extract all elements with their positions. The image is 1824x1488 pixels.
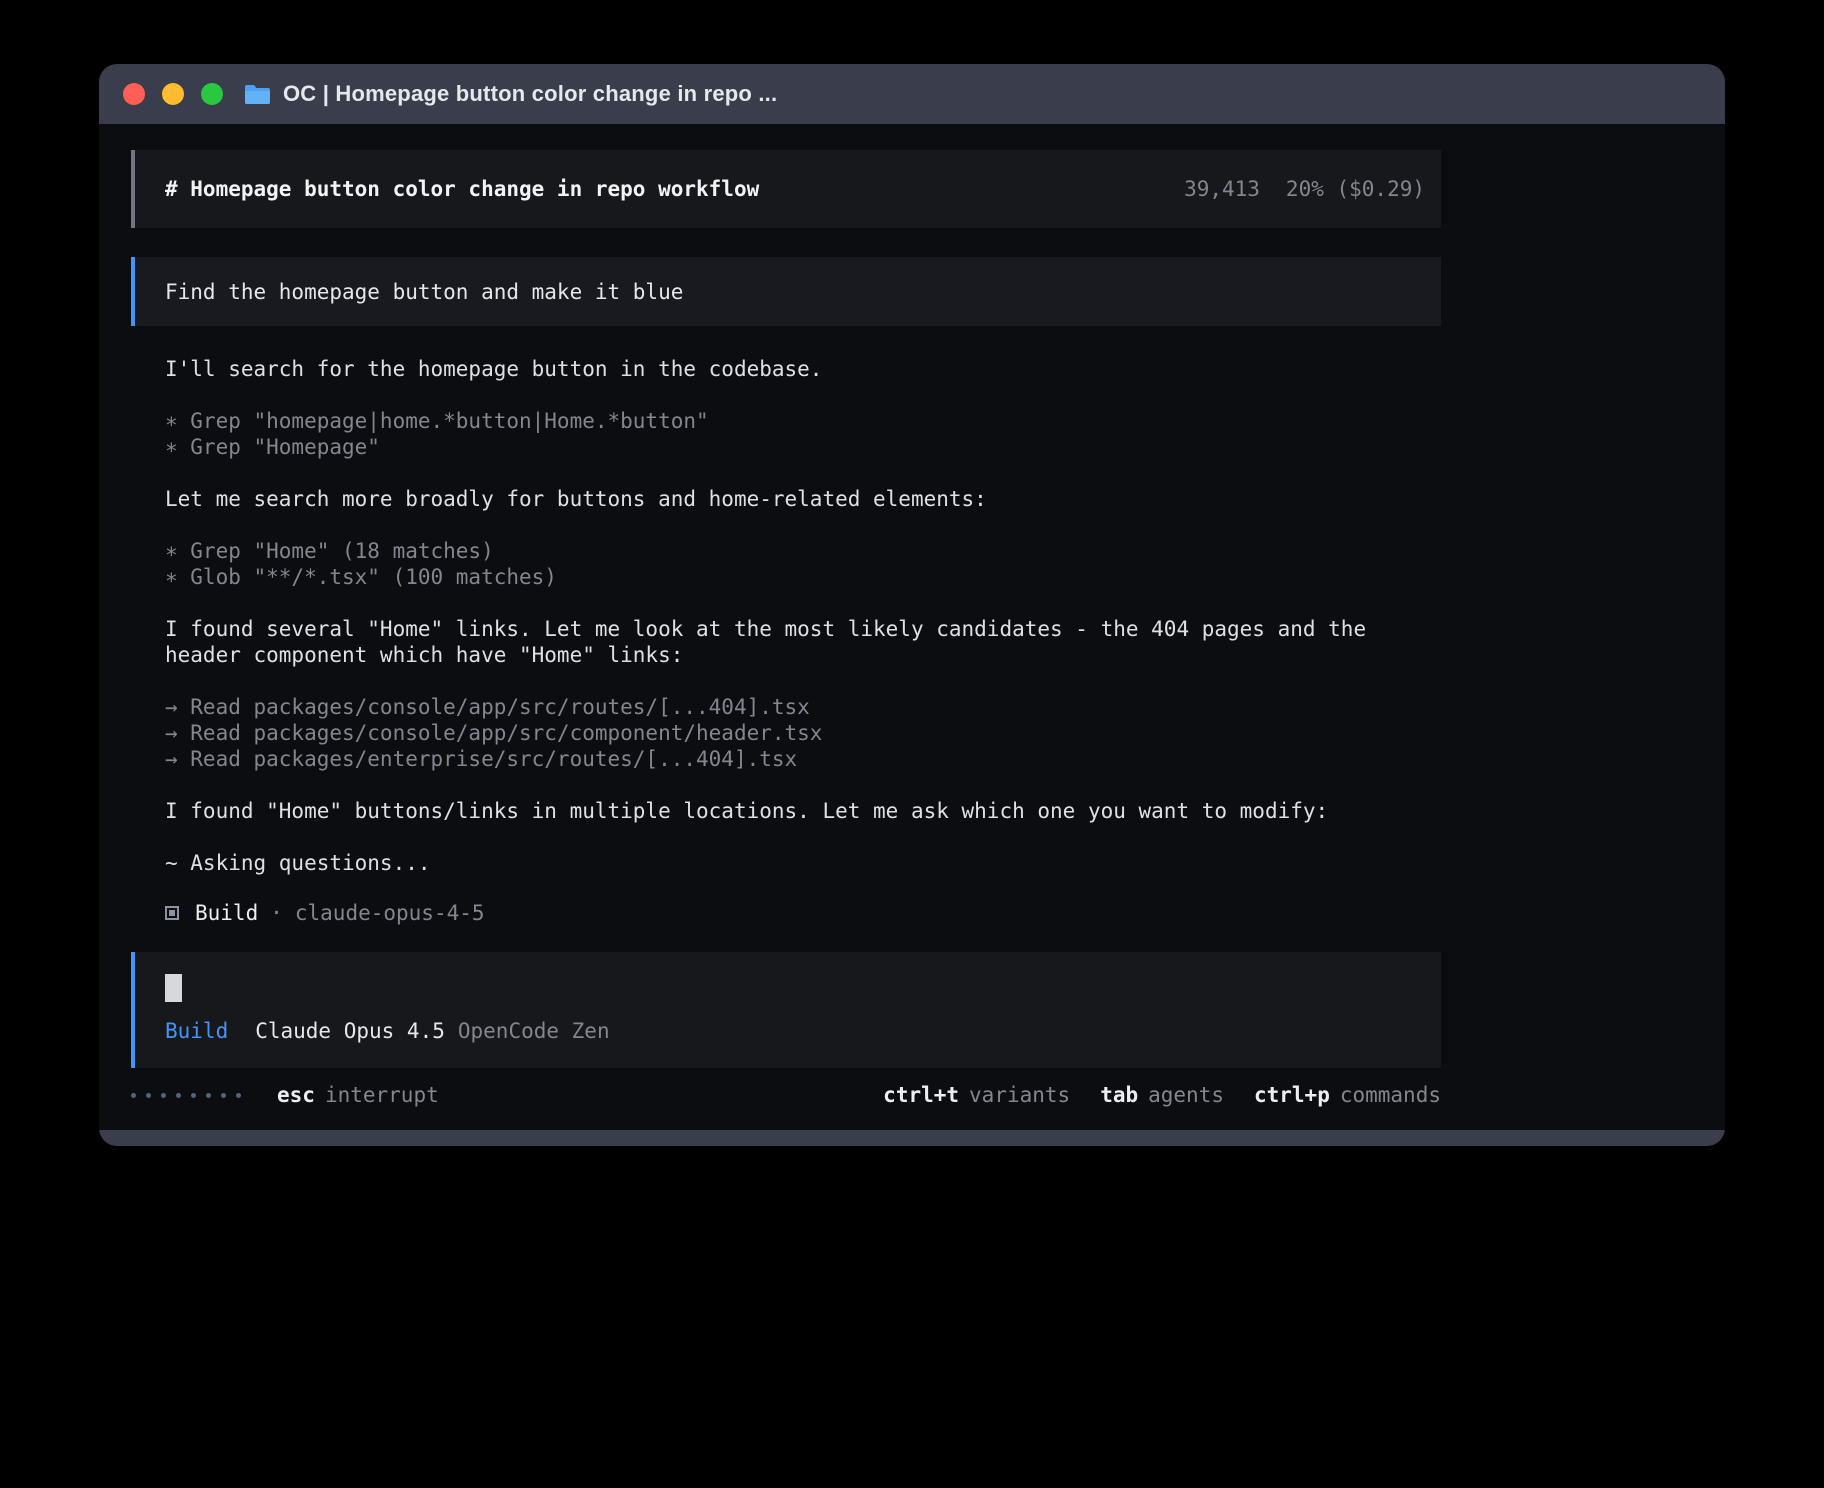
transcript-line: ∗ Grep "Home" (18 matches) bbox=[165, 538, 1441, 564]
tool-call-block: ∗ Grep "Home" (18 matches)∗ Glob "**/*.t… bbox=[165, 538, 1441, 590]
tool-call-block: ∗ Grep "homepage|home.*button|Home.*butt… bbox=[165, 408, 1441, 460]
assistant-text-block: I found "Home" buttons/links in multiple… bbox=[165, 798, 1441, 824]
spinner-dot bbox=[161, 1093, 166, 1098]
transcript-line: I'll search for the homepage button in t… bbox=[165, 356, 1441, 382]
assistant-text-block: Let me search more broadly for buttons a… bbox=[165, 486, 1441, 512]
spinner-dot bbox=[206, 1093, 211, 1098]
spinner-dot bbox=[191, 1093, 196, 1098]
spinner-dot bbox=[146, 1093, 151, 1098]
session-stats: 39,413 20% ($0.29) bbox=[1184, 176, 1425, 202]
mode-label: Build bbox=[165, 1018, 228, 1044]
terminal-window: OC | Homepage button color change in rep… bbox=[99, 64, 1725, 1146]
assistant-text-block: ~ Asking questions... bbox=[165, 850, 1441, 876]
prompt-input[interactable]: Build Claude Opus 4.5 OpenCode Zen bbox=[131, 952, 1441, 1068]
minimize-button[interactable] bbox=[162, 83, 184, 105]
hint-commands: ctrl+p commands bbox=[1254, 1082, 1441, 1108]
assistant-text-block: I'll search for the homepage button in t… bbox=[165, 356, 1441, 382]
hint-key: tab bbox=[1100, 1083, 1138, 1107]
hint-label: agents bbox=[1148, 1083, 1224, 1107]
model-label: Claude Opus 4.5 bbox=[255, 1018, 445, 1044]
window-titlebar[interactable]: OC | Homepage button color change in rep… bbox=[99, 64, 1725, 124]
hint-label: commands bbox=[1340, 1083, 1441, 1107]
spinner-dot bbox=[131, 1093, 136, 1098]
hint-agents: tab agents bbox=[1100, 1082, 1224, 1108]
hint-variants: ctrl+t variants bbox=[883, 1082, 1070, 1108]
model-row[interactable]: Build Claude Opus 4.5 OpenCode Zen bbox=[165, 1018, 1441, 1044]
user-message-text: Find the homepage button and make it blu… bbox=[165, 279, 683, 305]
text-cursor bbox=[165, 974, 182, 1002]
transcript-line: I found "Home" buttons/links in multiple… bbox=[165, 798, 1441, 824]
traffic-lights bbox=[123, 83, 223, 105]
agent-status-line: Build · claude-opus-4-5 bbox=[131, 900, 1441, 926]
token-count: 39,413 bbox=[1184, 176, 1260, 202]
close-button[interactable] bbox=[123, 83, 145, 105]
assistant-text-block: I found several "Home" links. Let me loo… bbox=[165, 616, 1441, 668]
session-header: # Homepage button color change in repo w… bbox=[131, 150, 1441, 228]
transcript-line: → Read packages/console/app/src/routes/[… bbox=[165, 694, 1441, 720]
status-model: claude-opus-4-5 bbox=[295, 900, 485, 926]
transcript-line: ∗ Glob "**/*.tsx" (100 matches) bbox=[165, 564, 1441, 590]
transcript-line: → Read packages/enterprise/src/routes/[.… bbox=[165, 746, 1441, 772]
transcript-line: Let me search more broadly for buttons a… bbox=[165, 486, 1441, 512]
transcript-line: → Read packages/console/app/src/componen… bbox=[165, 720, 1441, 746]
agent-name: Build bbox=[195, 900, 258, 926]
status-separator: · bbox=[270, 900, 283, 926]
hint-label: variants bbox=[969, 1083, 1070, 1107]
hint-interrupt: esc interrupt bbox=[277, 1082, 439, 1108]
agent-build-icon bbox=[165, 906, 179, 920]
user-message: Find the homepage button and make it blu… bbox=[131, 257, 1441, 326]
transcript-line: ∗ Grep "Homepage" bbox=[165, 434, 1441, 460]
spinner-dot bbox=[236, 1093, 241, 1098]
folder-icon bbox=[244, 84, 271, 105]
hint-key: esc bbox=[277, 1083, 315, 1107]
session-title: # Homepage button color change in repo w… bbox=[165, 176, 759, 202]
hint-key: ctrl+p bbox=[1254, 1083, 1330, 1107]
transcript-line: I found several "Home" links. Let me loo… bbox=[165, 616, 1441, 668]
hint-key: ctrl+t bbox=[883, 1083, 959, 1107]
transcript-line: ∗ Grep "homepage|home.*button|Home.*butt… bbox=[165, 408, 1441, 434]
transcript-line: ~ Asking questions... bbox=[165, 850, 1441, 876]
provider-label: OpenCode Zen bbox=[458, 1018, 610, 1044]
transcript: I'll search for the homepage button in t… bbox=[131, 356, 1441, 876]
zoom-button[interactable] bbox=[201, 83, 223, 105]
status-bar: escinterrupt ctrl+tvariantstabagentsctrl… bbox=[131, 1082, 1441, 1108]
tool-call-block: → Read packages/console/app/src/routes/[… bbox=[165, 694, 1441, 772]
spinner-dots bbox=[131, 1093, 241, 1098]
status-bar-left: esc interrupt bbox=[131, 1082, 439, 1108]
context-usage: 20% ($0.29) bbox=[1286, 176, 1425, 202]
spinner-dot bbox=[176, 1093, 181, 1098]
window-title: OC | Homepage button color change in rep… bbox=[283, 81, 777, 107]
spinner-dot bbox=[221, 1093, 226, 1098]
terminal-body: # Homepage button color change in repo w… bbox=[99, 124, 1725, 1130]
hint-label: interrupt bbox=[325, 1083, 439, 1107]
status-bar-right: ctrl+t variants tab agents ctrl+p commands bbox=[883, 1082, 1441, 1108]
